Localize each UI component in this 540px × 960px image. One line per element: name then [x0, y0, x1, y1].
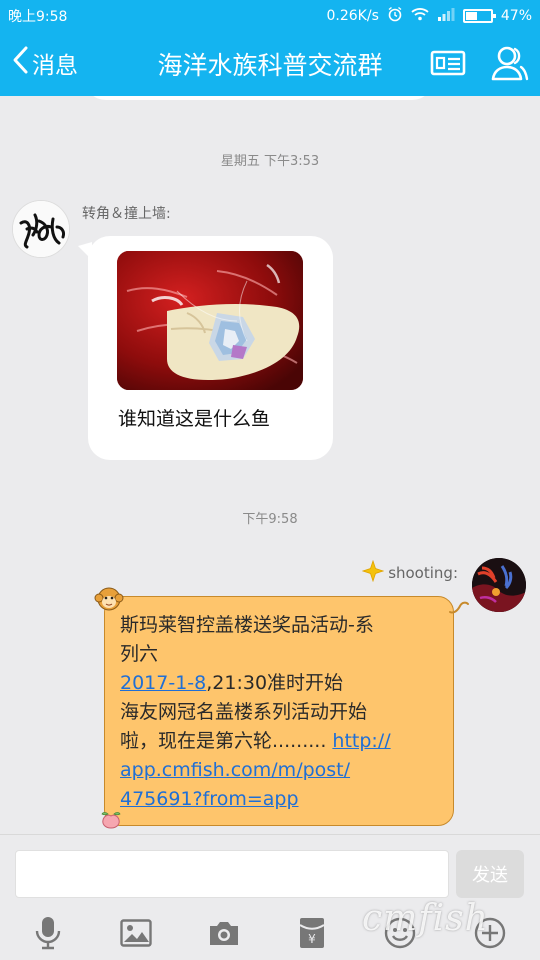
alarm-icon: [387, 6, 403, 26]
message-line: 斯玛莱智控盖楼送奖品活动-系: [120, 614, 374, 636]
fish-photo[interactable]: [117, 251, 303, 390]
sender-row: shooting:: [361, 559, 458, 586]
date-link[interactable]: 2017-1-8: [120, 672, 206, 694]
message-text: 谁知道这是什么鱼: [118, 408, 271, 430]
monkey-decoration-icon: [94, 584, 124, 618]
sparkle-icon: [361, 559, 385, 586]
status-bar: 晚上9:58 0.26K/s 47%: [0, 0, 540, 30]
battery-icon: [462, 9, 496, 23]
battery-percent: 47%: [500, 8, 532, 24]
peach-decoration-icon: [100, 808, 122, 834]
send-button[interactable]: 发送: [456, 850, 524, 898]
red-packet-icon[interactable]: ¥: [292, 915, 332, 951]
url-link[interactable]: http://: [332, 730, 390, 752]
chat-area[interactable]: 星期五 下午3:53 转角＆撞上墙: 谁知道这是什么鱼 下午9:58 shoot…: [0, 96, 540, 834]
previous-message-bubble: [84, 96, 434, 100]
title-bar: 消息 海洋水族科普交流群: [0, 30, 540, 96]
watermark: cmfish: [362, 898, 489, 939]
network-speed: 0.26K/s: [326, 8, 379, 24]
timestamp: 下午9:58: [242, 512, 298, 527]
message-input[interactable]: [15, 850, 449, 898]
image-icon[interactable]: [116, 915, 156, 951]
url-link[interactable]: app.cmfish.com/m/post/: [120, 759, 350, 781]
sender-name: shooting:: [388, 564, 458, 582]
microphone-icon[interactable]: [28, 915, 68, 951]
camera-icon[interactable]: [204, 915, 244, 951]
message-line: ,21:30准时开始: [206, 672, 344, 694]
signal-icon: [437, 7, 455, 25]
url-link[interactable]: 475691?from=app: [120, 788, 299, 810]
input-bar: 发送 ¥: [0, 834, 540, 960]
avatar[interactable]: [472, 558, 526, 612]
message-text: 斯玛莱智控盖楼送奖品活动-系 列六 2017-1-8,21:30准时开始 海友网…: [120, 611, 427, 814]
message-bubble[interactable]: 谁知道这是什么鱼: [78, 236, 333, 460]
status-time: 晚上9:58: [8, 9, 68, 25]
status-right: 0.26K/s 47%: [326, 6, 532, 26]
group-card-icon[interactable]: [428, 44, 468, 82]
message-line: 啦，现在是第六轮.........: [120, 730, 333, 752]
wifi-icon: [411, 7, 429, 25]
my-message-bubble[interactable]: 斯玛莱智控盖楼送奖品活动-系 列六 2017-1-8,21:30准时开始 海友网…: [104, 596, 454, 826]
message-line: 海友网冠名盖楼系列活动开始: [120, 701, 368, 723]
avatar[interactable]: [12, 200, 70, 258]
message-line: 列六: [120, 643, 159, 665]
bubble-tail-decoration-icon: [448, 600, 470, 620]
sender-name: 转角＆撞上墙:: [82, 206, 171, 222]
svg-text:¥: ¥: [308, 932, 316, 946]
timestamp: 星期五 下午3:53: [220, 154, 320, 169]
group-members-icon[interactable]: [490, 44, 530, 82]
